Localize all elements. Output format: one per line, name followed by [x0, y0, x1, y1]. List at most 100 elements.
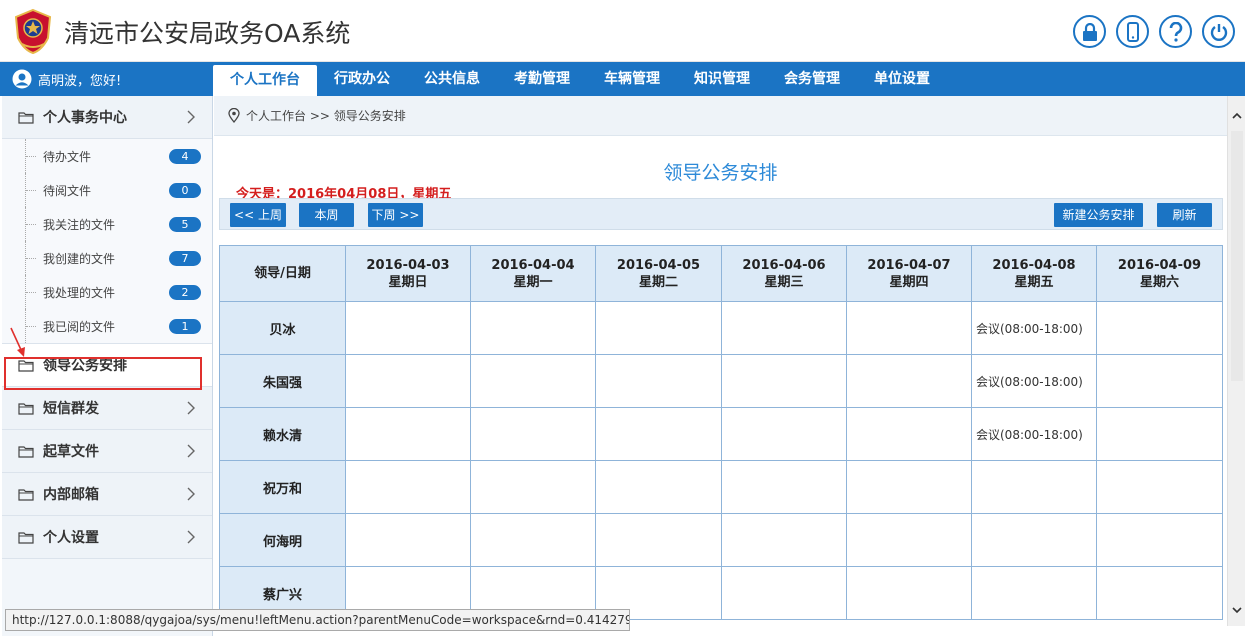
sidebar-group-sms[interactable]: 短信群发 [2, 387, 212, 430]
schedule-body: 贝冰 会议(08:00-18:00) 朱国强 会议(08:00-18:00) 赖水清 会议… [219, 301, 1223, 620]
tree-line [25, 139, 37, 173]
chevron-right-icon [187, 110, 195, 124]
schedule-cell[interactable] [721, 301, 847, 355]
table-row: 赖水清 会议(08:00-18:00) [219, 407, 1223, 461]
lock-icon[interactable] [1073, 15, 1106, 48]
schedule-cell[interactable] [971, 566, 1097, 620]
sidebar-item-read-files[interactable]: 我已阅的文件 1 [2, 309, 212, 343]
app-title: 清远市公安局政务OA系统 [64, 19, 351, 48]
tree-line [25, 275, 37, 309]
schedule-cell[interactable] [470, 460, 596, 514]
vertical-scrollbar[interactable] [1227, 96, 1245, 626]
sidebar-item-to-read-files[interactable]: 待阅文件 0 [2, 173, 212, 207]
schedule-cell[interactable]: 会议(08:00-18:00) [971, 407, 1097, 461]
chevron-right-icon [187, 444, 195, 458]
sidebar-item-label: 待办文件 [43, 149, 92, 164]
schedule-cell[interactable] [345, 354, 471, 408]
tab-knowledge[interactable]: 知识管理 [677, 62, 767, 96]
tree-line [25, 241, 37, 275]
schedule-cell[interactable]: 会议(08:00-18:00) [971, 354, 1097, 408]
sidebar-group-draft[interactable]: 起草文件 [2, 430, 212, 473]
tab-attendance[interactable]: 考勤管理 [497, 62, 587, 96]
sidebar-group-mail[interactable]: 内部邮箱 [2, 473, 212, 516]
schedule-cell[interactable] [345, 301, 471, 355]
schedule-cell[interactable] [971, 460, 1097, 514]
schedule-cell[interactable] [470, 354, 596, 408]
schedule-cell[interactable] [1096, 513, 1223, 567]
schedule-cell[interactable] [470, 301, 596, 355]
schedule-cell[interactable]: 会议(08:00-18:00) [971, 301, 1097, 355]
schedule-cell[interactable] [595, 407, 722, 461]
current-week-button[interactable]: 本周 [299, 203, 354, 227]
schedule-cell[interactable] [595, 513, 722, 567]
schedule-cell[interactable] [1096, 407, 1223, 461]
sidebar-item-created-files[interactable]: 我创建的文件 7 [2, 241, 212, 275]
schedule-cell[interactable] [595, 460, 722, 514]
schedule-cell[interactable] [846, 460, 972, 514]
count-badge: 4 [169, 149, 201, 164]
sidebar-group-settings[interactable]: 个人设置 [2, 516, 212, 559]
schedule-cell[interactable] [595, 301, 722, 355]
schedule-cell[interactable] [721, 354, 847, 408]
count-badge: 1 [169, 319, 201, 334]
day-header: 2016-04-07 星期四 [846, 245, 972, 302]
tab-meetings[interactable]: 会务管理 [767, 62, 857, 96]
sidebar-group-personal-center[interactable]: 个人事务中心 [2, 96, 212, 139]
schedule-cell[interactable] [721, 460, 847, 514]
schedule-cell[interactable] [345, 407, 471, 461]
top-nav: 个人工作台 行政办公 公共信息 考勤管理 车辆管理 知识管理 会务管理 单位设置 [213, 62, 1245, 96]
schedule-cell[interactable] [971, 513, 1097, 567]
schedule-cell[interactable] [470, 407, 596, 461]
scroll-down-icon[interactable] [1231, 604, 1243, 616]
tab-public-info[interactable]: 公共信息 [407, 62, 497, 96]
schedule-cell[interactable] [470, 513, 596, 567]
schedule-cell[interactable] [1096, 354, 1223, 408]
tab-admin-office[interactable]: 行政办公 [317, 62, 407, 96]
folder-icon [18, 531, 34, 544]
day-header: 2016-04-05 星期二 [595, 245, 722, 302]
sidebar-item-label: 我创建的文件 [43, 251, 116, 266]
schedule-cell[interactable] [846, 407, 972, 461]
scroll-thumb[interactable] [1231, 131, 1243, 381]
schedule-cell[interactable] [1096, 460, 1223, 514]
schedule-cell[interactable] [846, 354, 972, 408]
page-title: 领导公务安排 [663, 162, 778, 184]
sidebar-item-pending-files[interactable]: 待办文件 4 [2, 139, 212, 173]
tab-vehicles[interactable]: 车辆管理 [587, 62, 677, 96]
schedule-cell[interactable] [1096, 301, 1223, 355]
schedule-cell[interactable] [846, 513, 972, 567]
schedule-cell[interactable] [846, 566, 972, 620]
help-icon[interactable] [1159, 15, 1192, 48]
user-bar: 高明波，您好! [0, 62, 213, 96]
schedule-cell[interactable] [595, 354, 722, 408]
red-highlight-box [4, 357, 202, 390]
tab-unit-settings[interactable]: 单位设置 [857, 62, 947, 96]
refresh-button[interactable]: 刷新 [1157, 203, 1212, 227]
schedule-cell[interactable] [1096, 566, 1223, 620]
next-week-button[interactable]: 下周 >> [368, 203, 423, 227]
chevron-right-icon [187, 487, 195, 501]
schedule-cell[interactable] [721, 513, 847, 567]
prev-week-button[interactable]: << 上周 [230, 203, 286, 227]
day-date: 2016-04-05 [616, 257, 701, 273]
power-icon[interactable] [1202, 15, 1235, 48]
new-schedule-button[interactable]: 新建公务安排 [1054, 203, 1143, 227]
sidebar-item-handled-files[interactable]: 我处理的文件 2 [2, 275, 212, 309]
schedule-cell[interactable] [345, 513, 471, 567]
schedule-cell[interactable] [721, 566, 847, 620]
folder-icon [18, 111, 34, 124]
sidebar-group-label: 内部邮箱 [43, 487, 99, 503]
day-header: 2016-04-04 星期一 [470, 245, 596, 302]
day-weekday: 星期四 [889, 274, 929, 290]
schedule-cell[interactable] [345, 460, 471, 514]
table-row: 朱国强 会议(08:00-18:00) [219, 354, 1223, 408]
scroll-up-icon[interactable] [1231, 110, 1243, 122]
tab-workspace[interactable]: 个人工作台 [213, 65, 317, 96]
schedule-cell[interactable] [721, 407, 847, 461]
sidebar-item-followed-files[interactable]: 我关注的文件 5 [2, 207, 212, 241]
schedule-cell[interactable] [846, 301, 972, 355]
day-date: 2016-04-07 [867, 257, 951, 273]
day-date: 2016-04-04 [491, 257, 575, 273]
day-header: 2016-04-06 星期三 [721, 245, 847, 302]
phone-icon[interactable] [1116, 15, 1149, 48]
